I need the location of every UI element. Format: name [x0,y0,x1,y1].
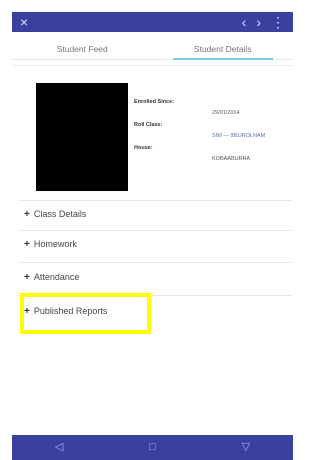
roll-class-label: Roll Class: [134,122,163,128]
more-vertical-icon[interactable]: ⋮ [271,15,285,29]
tab-student-details[interactable]: Student Details [153,38,294,60]
back-icon[interactable]: ◁ [55,442,63,453]
house-value: KOBAABURRA [212,156,251,162]
student-photo [36,83,128,191]
enrolled-value: 29/01/2014 [212,110,240,116]
recents-icon[interactable]: ▽ [242,442,250,453]
tab-student-feed[interactable]: Student Feed [12,38,153,60]
plus-icon: + [24,208,30,220]
plus-icon: + [24,271,30,283]
plus-icon: + [24,238,30,250]
section-class-details[interactable]: + Class Details [12,201,293,227]
app-top-bar: × ‹ › ⋮ [12,12,293,32]
house-label: House: [134,145,153,151]
highlight-box [20,293,151,334]
section-label: Homework [33,239,77,249]
enrolled-label: Enrolled Since: [134,99,175,105]
tab-bar: Student Feed Student Details [12,38,293,60]
roll-class-value: SIM — 9B1/ROLNAM [212,133,266,139]
home-icon[interactable]: □ [149,442,156,453]
navigation-bar: ◁ □ ▽ [12,435,293,460]
section-homework[interactable]: + Homework [12,231,293,257]
section-attendance[interactable]: + Attendance [12,264,293,290]
chevron-left-icon[interactable]: ‹ [242,15,247,29]
divider [12,65,293,66]
close-icon[interactable]: × [20,15,28,29]
section-label: Attendance [33,272,80,282]
chevron-right-icon[interactable]: › [256,15,261,29]
top-bar-actions: ‹ › ⋮ [242,15,285,29]
divider [18,262,293,263]
section-label: Class Details [33,209,87,219]
